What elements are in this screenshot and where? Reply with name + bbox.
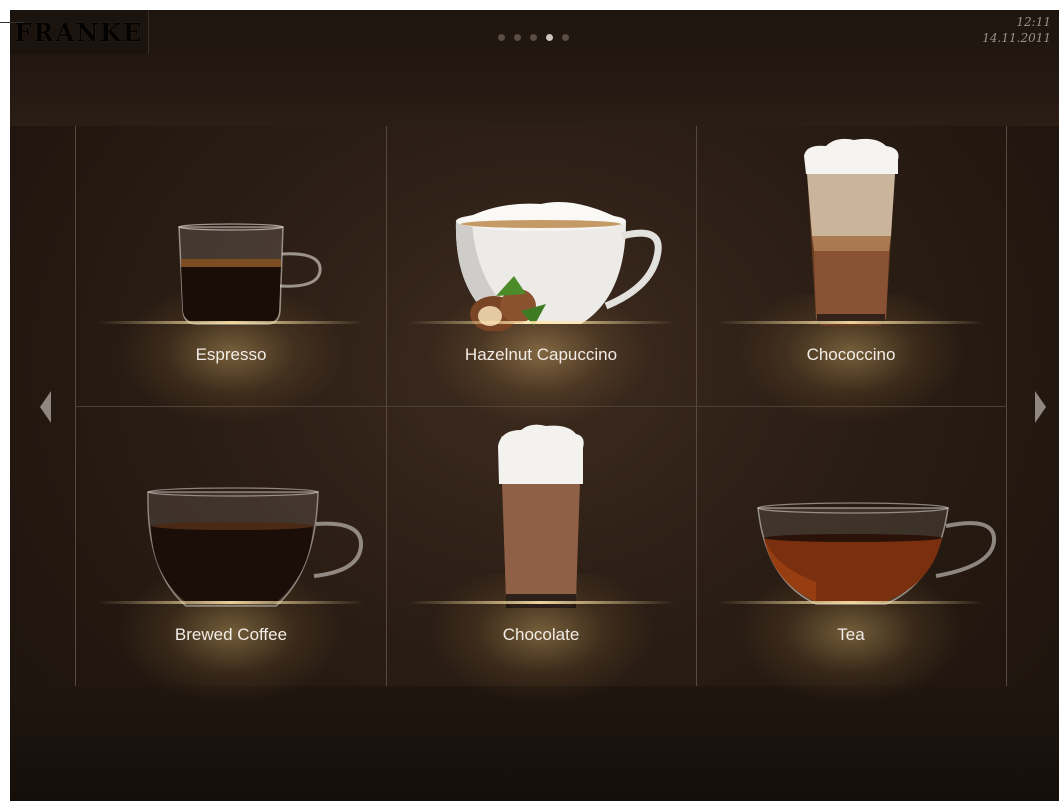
tile-shelf [718, 601, 984, 604]
header-bar [10, 10, 1059, 126]
clock-time: 12:11 [1016, 15, 1051, 29]
cappuccino-cup-icon [455, 202, 662, 331]
coffee-cup-icon [147, 487, 364, 607]
page-dot[interactable] [514, 34, 521, 41]
tile-shelf [408, 601, 674, 604]
clock: 12:11 14.11.2011 [982, 14, 1051, 46]
drink-label: Tea [837, 625, 865, 644]
drink-tile-hazelnut-capuccino[interactable]: Hazelnut Capuccino [386, 126, 696, 424]
logo-text: FRANKE [14, 17, 144, 47]
tea-cup-icon [757, 502, 997, 605]
tile-shelf [718, 321, 984, 324]
drink-label: Espresso [195, 345, 267, 364]
page-dot[interactable] [530, 34, 537, 41]
drink-grid: Espresso Hazelnut Capuccino Chococcino B… [75, 126, 1007, 704]
drink-label: Brewed Coffee [174, 625, 288, 644]
tile-shelf [98, 601, 364, 604]
drink-tile-tea[interactable]: Tea [696, 406, 1006, 704]
coffee-machine-screen: FRANKE 12:11 14.11.2011 Espresso Hazelnu… [10, 10, 1059, 801]
clock-date: 14.11.2011 [982, 31, 1051, 45]
latte-glass-icon [804, 138, 899, 326]
espresso-cup-icon [178, 223, 322, 325]
drink-tile-chocolate[interactable]: Chocolate [386, 406, 696, 704]
drink-tile-espresso[interactable]: Espresso [76, 126, 386, 424]
franke-logo: FRANKE [10, 10, 149, 54]
tile-shelf [98, 321, 364, 324]
logo-connector-line [0, 22, 24, 23]
page-dot[interactable] [498, 34, 505, 41]
page-indicator [498, 34, 569, 41]
drink-tile-brewed-coffee[interactable]: Brewed Coffee [76, 406, 386, 704]
previous-page-arrow-icon[interactable] [40, 391, 51, 423]
chocolate-glass-icon [498, 424, 584, 608]
tile-shelf [408, 321, 674, 324]
drink-label: Hazelnut Capuccino [464, 345, 618, 364]
next-page-arrow-icon[interactable] [1035, 391, 1046, 423]
page-dot[interactable] [562, 34, 569, 41]
drink-tile-chococcino[interactable]: Chococcino [696, 126, 1006, 424]
drink-label: Chococcino [806, 345, 896, 364]
drink-label: Chocolate [502, 625, 580, 644]
page-dot-active[interactable] [546, 34, 553, 41]
